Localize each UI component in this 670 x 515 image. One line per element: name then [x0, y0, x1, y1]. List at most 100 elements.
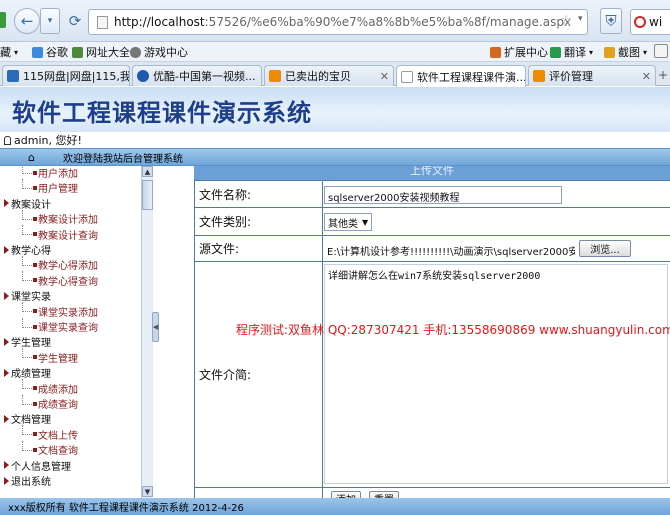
- source-file-label: 源文件:: [195, 236, 323, 261]
- bookmark-item[interactable]: 谷歌: [32, 44, 68, 60]
- close-icon[interactable]: ✕: [259, 70, 261, 83]
- intro-label: 文件介简:: [195, 262, 323, 487]
- extension-center-button[interactable]: 扩展中心: [490, 44, 548, 60]
- tree-line-icon: [22, 255, 32, 266]
- chevron-down-icon: ▾: [589, 47, 594, 57]
- bookmark-item[interactable]: 游戏中心: [130, 44, 188, 60]
- forward-dropdown-icon[interactable]: ▾: [40, 8, 60, 34]
- close-icon[interactable]: ✕: [380, 70, 389, 83]
- star-icon[interactable]: ☆: [560, 13, 573, 29]
- browse-button[interactable]: 浏览...: [579, 240, 631, 257]
- sidebar-item[interactable]: 教案设计查询: [0, 225, 98, 242]
- sidebar-item-label: 教案设计添加: [38, 215, 98, 227]
- bookmark-item[interactable]: 网址大全: [72, 44, 130, 60]
- sidebar-item-label: 教案设计查询: [38, 230, 98, 242]
- sidebar-item[interactable]: 课堂实录添加: [0, 302, 98, 319]
- tree-line-icon: [22, 271, 32, 282]
- screenshot-button[interactable]: 截图 ▾: [604, 44, 647, 60]
- home-icon[interactable]: ⌂: [28, 151, 35, 164]
- scroll-down-icon[interactable]: ▼: [142, 486, 153, 497]
- reset-button[interactable]: 重置: [369, 491, 399, 498]
- browser-toolbar: ← ▾ ⟳ http://localhost:57526/%e6%ba%90%e…: [0, 0, 670, 42]
- sidebar-group[interactable]: 成绩管理: [0, 365, 51, 380]
- sidebar-item[interactable]: 成绩添加: [0, 379, 78, 396]
- sidebar-item-label: 成绩管理: [11, 369, 51, 381]
- form-row-name: 文件名称: sqlserver2000安装视频教程: [194, 180, 670, 208]
- tree-line-icon: [22, 425, 32, 436]
- page-icon: [97, 15, 108, 29]
- shield-icon[interactable]: ⛨: [600, 8, 622, 34]
- dropdown-icon[interactable]: ▾: [578, 14, 583, 24]
- sidebar-group[interactable]: 学生管理: [0, 334, 51, 349]
- system-title: 软件工程课程课件演示系统: [12, 99, 312, 127]
- welcome-bar: ⌂ 欢迎登陆我站后台管理系统: [0, 148, 670, 166]
- form-row-actions: 添加 重置: [194, 488, 670, 498]
- scrollbar-thumb[interactable]: [142, 180, 153, 210]
- user-greeting: admin, 您好!: [14, 134, 82, 147]
- bullet-icon: [33, 216, 37, 221]
- triangle-right-icon: [4, 199, 9, 208]
- triangle-right-icon: [4, 414, 9, 423]
- menu-icon[interactable]: [654, 44, 668, 58]
- refresh-icon[interactable]: ⟳: [62, 8, 88, 34]
- chevron-down-icon: ▾: [14, 47, 19, 57]
- bookmark-item[interactable]: 藏 ▾: [0, 44, 18, 60]
- browser-tab[interactable]: 优酷-中国第一视频...✕: [132, 65, 262, 86]
- tree-line-icon: [22, 440, 32, 451]
- sidebar-item[interactable]: 教学心得添加: [0, 255, 98, 273]
- sidebar-item[interactable]: 文档上传: [0, 425, 78, 442]
- browser-tab[interactable]: 评价管理 ✕: [528, 65, 656, 86]
- sidebar-item[interactable]: 教学心得查询: [0, 271, 98, 288]
- browser-tab[interactable]: 已卖出的宝贝 ✕: [264, 65, 394, 86]
- browser-tab-active[interactable]: 软件工程课程课件演...✕: [396, 65, 526, 87]
- sidebar-item-label: 用户管理: [38, 184, 78, 196]
- sidebar-group[interactable]: 文档管理: [0, 411, 51, 426]
- sidebar-item[interactable]: 用户管理: [0, 178, 78, 196]
- bullet-icon: [33, 324, 37, 329]
- app-header: 软件工程课程课件演示系统: [0, 87, 670, 132]
- scissors-icon: [604, 46, 615, 58]
- back-arrow-icon[interactable]: ←: [14, 8, 40, 34]
- close-icon[interactable]: ✕: [642, 70, 651, 83]
- translate-button[interactable]: 翻译 ▾: [550, 44, 593, 60]
- address-bar[interactable]: http://localhost:57526/%e6%ba%90%e7%a8%8…: [88, 9, 588, 35]
- source-file-input[interactable]: E:\计算机设计参考!!!!!!!!!!\动画演示\sqlserver2000安…: [324, 240, 576, 258]
- intro-textarea[interactable]: 详细讲解怎么在win7系统安装sqlserver2000: [324, 264, 668, 484]
- sidebar-group[interactable]: 课堂实录: [0, 288, 51, 303]
- search-engine-icon: [634, 16, 646, 28]
- sidebar-item-label: 教学心得添加: [38, 261, 98, 273]
- sidebar-item-label: 文档查询: [38, 446, 78, 458]
- sidebar-item[interactable]: 学生管理: [0, 348, 78, 365]
- sidebar-item[interactable]: 用户添加: [0, 166, 78, 180]
- sidebar-group[interactable]: 退出系统: [0, 473, 51, 488]
- browser-tab[interactable]: 115网盘|网盘|115,我...✕: [2, 65, 130, 86]
- triangle-right-icon: [4, 337, 9, 346]
- sidebar-item[interactable]: 教案设计添加: [0, 209, 98, 227]
- sidebar-item-label: 文档上传: [38, 430, 78, 442]
- triangle-right-icon: [4, 476, 9, 485]
- user-bar: admin, 您好!: [0, 132, 670, 148]
- new-tab-icon[interactable]: +: [658, 68, 668, 82]
- bullet-icon: [33, 355, 37, 360]
- sidebar-group[interactable]: 个人信息管理: [0, 458, 71, 473]
- bullet-icon: [33, 401, 37, 406]
- file-name-input[interactable]: sqlserver2000安装视频教程: [324, 186, 562, 204]
- bullet-icon: [33, 447, 37, 452]
- sidebar-menu: 用户添加用户管理 教案设计教案设计添加 教案设计查询 教学心得教学心得添加 教学心得查询…: [0, 166, 154, 498]
- sidebar-item-label: 用户添加: [38, 169, 78, 180]
- sidebar-group[interactable]: 教学心得: [0, 242, 51, 257]
- sidebar-item[interactable]: 课堂实录查询: [0, 317, 98, 334]
- form-row-type: 文件类别: 其他类 ▼: [194, 208, 670, 236]
- game-icon: [130, 46, 141, 58]
- scroll-up-icon[interactable]: ▲: [142, 166, 153, 177]
- search-box[interactable]: wi: [630, 9, 670, 35]
- sidebar-item[interactable]: 文档查询: [0, 440, 78, 458]
- add-button[interactable]: 添加: [331, 491, 361, 498]
- file-type-select[interactable]: 其他类 ▼: [324, 213, 373, 231]
- triangle-right-icon: [4, 245, 9, 254]
- sidebar-item[interactable]: 成绩查询: [0, 394, 78, 411]
- sidebar-group[interactable]: 教案设计: [0, 196, 51, 211]
- collapse-sidebar-icon[interactable]: ◀: [152, 312, 159, 342]
- sidebar-item-label: 课堂实录查询: [38, 323, 98, 334]
- sidebar-item-label: 教学心得查询: [38, 276, 98, 288]
